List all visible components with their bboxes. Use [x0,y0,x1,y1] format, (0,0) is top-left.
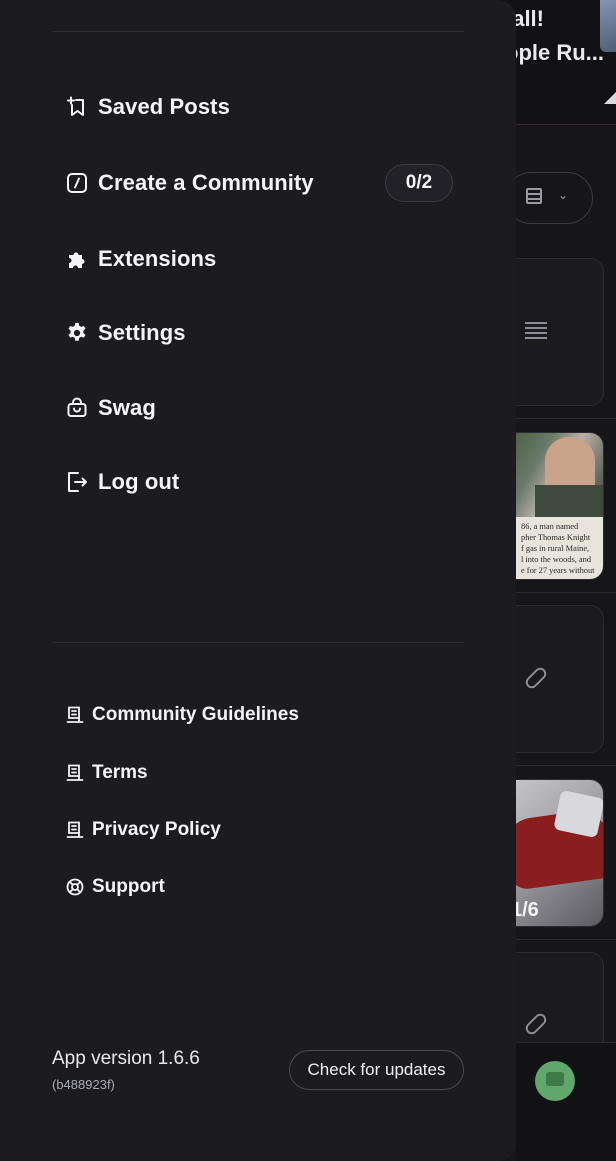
link-privacy-policy[interactable]: Privacy Policy [66,816,221,844]
menu-item-label: Swag [98,395,156,420]
news-excerpt: 86, a man named pher Thomas Knight f gas… [501,517,603,579]
side-drawer: Saved Posts Create a Community 0/2 Exten… [0,0,516,1161]
post-image [501,433,603,519]
document-icon [66,764,84,782]
collapse-arrow-icon [604,92,616,104]
news-line: e for 27 years without [521,566,595,575]
news-line: f gas in rural Maine, [521,544,590,553]
link-support[interactable]: Support [66,873,165,901]
create-community-icon [66,172,88,194]
puzzle-icon [66,248,88,270]
menu-item-saved-posts[interactable]: Saved Posts [66,89,230,125]
footer-link-label: Support [92,876,165,897]
feed-divider [516,592,616,593]
footer-link-label: Terms [92,762,148,783]
view-mode-button[interactable] [505,172,593,224]
top-divider [52,31,464,32]
document-icon [66,706,84,724]
link-community-guidelines[interactable]: Community Guidelines [66,701,299,729]
bookmark-plus-icon [66,96,88,118]
footer-link-label: Community Guidelines [92,704,299,725]
post-title-line1[interactable]: all! [512,6,544,32]
link-terms[interactable]: Terms [66,759,148,787]
feed-divider [516,765,616,766]
news-line: pher Thomas Knight [521,533,591,542]
app-version: App version 1.6.6 [52,1048,200,1069]
logout-icon [66,471,88,493]
footer-divider [52,642,464,643]
menu-item-label: Settings [98,320,186,345]
menu-item-log-out[interactable]: Log out [66,464,179,500]
menu-item-extensions[interactable]: Extensions [66,241,216,277]
news-line: 86, a man named [521,522,579,531]
footer-link-label: Privacy Policy [92,819,221,840]
user-avatar[interactable] [535,1061,575,1101]
bottom-nav [516,1042,616,1161]
post-title-line2[interactable]: ople Ru... [505,40,604,66]
card-view-icon [526,188,542,204]
lifebuoy-icon [66,878,84,896]
gear-icon [66,322,88,344]
menu-item-swag[interactable]: Swag [66,390,156,426]
feed-divider [516,418,616,419]
menu-item-label: Create a Community [98,170,314,195]
shopping-bag-icon [66,397,88,419]
menu-item-settings[interactable]: Settings [66,315,186,351]
menu-item-create-community[interactable]: Create a Community [66,165,314,201]
menu-item-label: Saved Posts [98,94,230,119]
chevron-down-icon: ⌄ [558,188,569,202]
app-build-hash: (b488923f) [52,1077,115,1092]
menu-item-label: Extensions [98,246,217,271]
news-line: l into the woods, and [521,555,592,564]
community-limit-badge: 0/2 [385,164,453,202]
document-icon [66,821,84,839]
feed-divider [516,939,616,940]
menu-item-label: Log out [98,469,180,494]
text-post-icon [525,322,547,342]
check-for-updates-button[interactable]: Check for updates [289,1050,464,1090]
